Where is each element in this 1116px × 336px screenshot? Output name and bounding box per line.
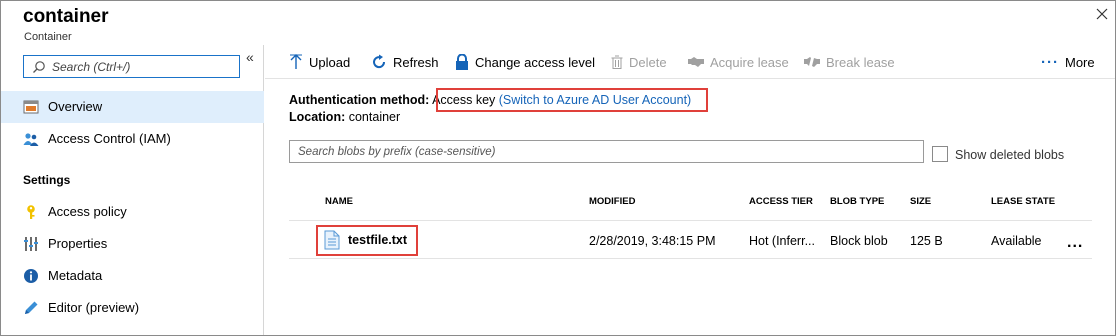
sidebar-item-overview[interactable]: Overview bbox=[1, 91, 264, 123]
sidebar-item-access-control[interactable]: Access Control (IAM) bbox=[1, 123, 264, 155]
more-button[interactable]: ··· More bbox=[1041, 53, 1095, 71]
properties-icon bbox=[24, 237, 38, 251]
sidebar-item-label: Editor (preview) bbox=[48, 300, 140, 315]
pencil-icon bbox=[25, 301, 38, 314]
auth-method-key: Authentication method: bbox=[289, 93, 430, 107]
settings-section-heading: Settings bbox=[23, 173, 71, 187]
change-access-level-button[interactable]: Change access level bbox=[455, 53, 595, 71]
show-deleted-blobs-checkbox[interactable] bbox=[932, 146, 948, 162]
filename-highlight-box bbox=[316, 225, 418, 256]
acquire-lease-button[interactable]: Acquire lease bbox=[688, 53, 789, 71]
sidebar-item-label: Metadata bbox=[48, 268, 103, 283]
change-access-level-label: Change access level bbox=[475, 54, 595, 70]
lock-icon bbox=[456, 54, 468, 70]
refresh-button[interactable]: Refresh bbox=[371, 53, 439, 71]
modified-cell: 2/28/2019, 3:48:15 PM bbox=[589, 234, 716, 248]
sidebar-search[interactable] bbox=[23, 55, 240, 78]
size-cell: 125 B bbox=[910, 234, 943, 248]
column-header-access-tier[interactable]: ACCESS TIER bbox=[749, 196, 813, 207]
sidebar-item-properties[interactable]: Properties bbox=[1, 228, 264, 260]
lease-state-cell: Available bbox=[991, 234, 1042, 248]
sidebar-item-label: Access policy bbox=[48, 204, 127, 219]
column-header-modified[interactable]: MODIFIED bbox=[589, 196, 635, 207]
close-icon[interactable] bbox=[1094, 6, 1110, 22]
blob-type-cell: Block blob bbox=[830, 234, 888, 248]
break-lease-label: Break lease bbox=[826, 54, 895, 70]
upload-icon bbox=[290, 54, 302, 69]
blob-search-input[interactable] bbox=[290, 141, 923, 162]
sidebar-item-metadata[interactable]: Metadata bbox=[1, 260, 264, 292]
more-label: More bbox=[1065, 54, 1095, 70]
people-icon bbox=[23, 133, 39, 146]
sidebar: « Overview Access Control (IAM) Settings… bbox=[1, 45, 264, 335]
trash-icon bbox=[611, 55, 623, 69]
sidebar-item-label: Overview bbox=[48, 99, 103, 114]
location-key: Location: bbox=[289, 110, 346, 124]
sidebar-item-label: Access Control (IAM) bbox=[48, 131, 171, 146]
page-subtitle: Container bbox=[24, 31, 72, 43]
sidebar-item-access-policy[interactable]: Access policy bbox=[1, 196, 264, 228]
overview-icon bbox=[23, 100, 39, 114]
delete-button[interactable]: Delete bbox=[611, 53, 667, 71]
broken-handshake-icon bbox=[804, 57, 820, 67]
break-lease-button[interactable]: Break lease bbox=[804, 53, 895, 71]
handshake-icon bbox=[688, 57, 704, 67]
header-divider bbox=[289, 220, 1092, 221]
column-header-lease-state[interactable]: LEASE STATE bbox=[991, 196, 1055, 207]
command-bar: Upload Refresh Change access level Delet… bbox=[265, 45, 1115, 79]
refresh-label: Refresh bbox=[393, 54, 439, 70]
info-icon bbox=[24, 269, 38, 283]
access-tier-cell: Hot (Inferr... bbox=[749, 234, 815, 248]
location-value: container bbox=[348, 110, 401, 124]
blob-search[interactable] bbox=[289, 140, 924, 163]
column-header-blob-type[interactable]: BLOB TYPE bbox=[830, 196, 884, 207]
upload-label: Upload bbox=[309, 54, 351, 70]
sidebar-item-editor[interactable]: Editor (preview) bbox=[1, 292, 264, 324]
row-divider bbox=[289, 258, 1092, 259]
acquire-lease-label: Acquire lease bbox=[710, 54, 789, 70]
row-actions-ellipsis-icon[interactable]: ... bbox=[1067, 234, 1083, 252]
search-icon bbox=[33, 61, 45, 73]
column-header-size[interactable]: SIZE bbox=[910, 196, 931, 207]
location-row: Location: container bbox=[289, 110, 400, 124]
collapse-sidebar-icon[interactable]: « bbox=[246, 49, 254, 65]
refresh-icon bbox=[373, 54, 386, 69]
sidebar-item-label: Properties bbox=[48, 236, 108, 251]
sidebar-search-input[interactable] bbox=[52, 58, 232, 75]
column-header-name[interactable]: NAME bbox=[325, 196, 353, 207]
ellipsis-icon: ··· bbox=[1041, 53, 1059, 71]
upload-button[interactable]: Upload bbox=[289, 53, 350, 71]
key-icon bbox=[27, 205, 35, 219]
page-title: container bbox=[23, 6, 109, 27]
auth-highlight-box bbox=[436, 88, 708, 112]
delete-label: Delete bbox=[629, 54, 667, 70]
show-deleted-blobs-label: Show deleted blobs bbox=[955, 148, 1065, 162]
